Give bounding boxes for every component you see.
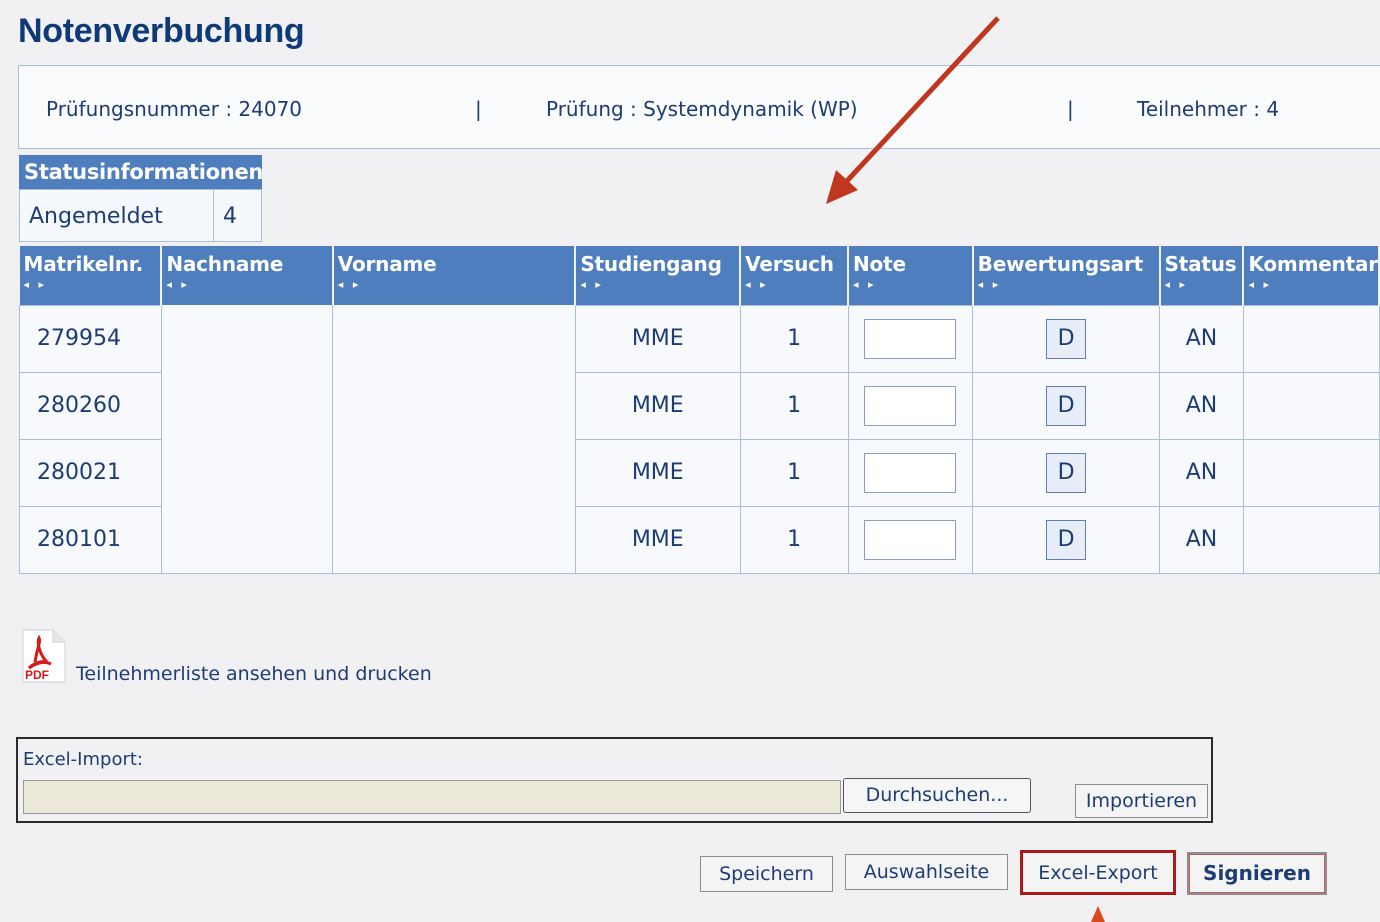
exam-number: Prüfungsnummer : 24070 [46, 97, 303, 121]
vorname-cell [332, 439, 576, 506]
matrikel-cell: 280101 [19, 505, 162, 574]
participant-list-link[interactable]: Teilnehmerliste ansehen und drucken [76, 663, 432, 685]
col-header-matrikel[interactable]: Matrikelnr. ◂ ▸ [19, 246, 163, 305]
note-input[interactable] [864, 318, 957, 359]
sort-arrows-icon[interactable]: ◂ ▸ [1248, 278, 1377, 291]
note-cell [847, 371, 974, 440]
studiengang-cell: MME [574, 371, 741, 440]
table-row: 280021 MME 1 D AN [19, 438, 1380, 507]
col-header-vorname[interactable]: Vorname ◂ ▸ [332, 246, 577, 305]
table-header-row: Matrikelnr. ◂ ▸ Nachname ◂ ▸ Vorname ◂ ▸ St… [19, 246, 1380, 305]
pdf-icon[interactable]: PDF [17, 628, 67, 684]
table-row: 280260 MME 1 D AN [19, 371, 1380, 440]
sign-button[interactable]: Signieren [1187, 852, 1327, 895]
studiengang-cell: MME [574, 505, 741, 574]
table-row: 280101 MME 1 D AN [19, 505, 1380, 574]
bewertungsart-button[interactable]: D [1046, 452, 1087, 493]
note-cell [847, 438, 974, 507]
sort-arrows-icon[interactable]: ◂ ▸ [166, 278, 330, 291]
versuch-cell: 1 [739, 438, 849, 507]
sort-arrows-icon[interactable]: ◂ ▸ [338, 278, 574, 291]
col-header-nachname[interactable]: Nachname ◂ ▸ [161, 246, 334, 305]
import-file-field[interactable] [23, 780, 841, 814]
col-header-note[interactable]: Note ◂ ▸ [848, 246, 974, 305]
bewertungsart-cell: D [972, 304, 1160, 373]
note-input[interactable] [864, 452, 957, 493]
matrikel-cell: 279954 [19, 304, 162, 373]
col-header-bewertungsart[interactable]: Bewertungsart ◂ ▸ [972, 246, 1161, 305]
status-cell: AN [1159, 371, 1244, 440]
bewertungsart-cell: D [972, 371, 1160, 440]
nachname-cell [160, 439, 334, 506]
grades-table: Matrikelnr. ◂ ▸ Nachname ◂ ▸ Vorname ◂ ▸ St… [19, 246, 1380, 574]
status-cell: AN [1159, 505, 1244, 574]
note-cell [847, 304, 974, 373]
versuch-cell: 1 [739, 304, 849, 373]
excel-import-label: Excel-Import: [23, 749, 143, 770]
info-separator: | [1067, 97, 1074, 121]
note-input[interactable] [864, 519, 957, 560]
matrikel-cell: 280021 [19, 438, 162, 507]
browse-button[interactable]: Durchsuchen... [843, 778, 1031, 813]
sort-arrows-icon[interactable]: ◂ ▸ [24, 278, 160, 291]
exam-name: Prüfung : Systemdynamik (WP) [546, 97, 858, 121]
kommentar-cell[interactable] [1242, 304, 1380, 373]
vorname-cell [332, 506, 576, 574]
selection-page-button[interactable]: Auswahlseite [845, 854, 1008, 890]
col-header-status[interactable]: Status ◂ ▸ [1159, 246, 1245, 305]
sort-arrows-icon[interactable]: ◂ ▸ [1165, 278, 1242, 291]
sort-arrows-icon[interactable]: ◂ ▸ [978, 278, 1158, 291]
studiengang-cell: MME [574, 304, 741, 373]
table-row: 279954 MME 1 D AN [19, 304, 1380, 373]
bewertungsart-cell: D [972, 505, 1160, 574]
col-header-versuch[interactable]: Versuch ◂ ▸ [740, 246, 850, 305]
versuch-cell: 1 [739, 371, 849, 440]
bewertungsart-button[interactable]: D [1046, 519, 1087, 560]
status-info-row: Angemeldet 4 [19, 189, 262, 242]
col-header-kommentar[interactable]: Kommentar ◂ ▸ [1243, 246, 1380, 305]
nachname-cell [160, 305, 334, 372]
note-input[interactable] [864, 385, 957, 426]
exam-info-box: Prüfungsnummer : 24070 | Prüfung : Syste… [18, 65, 1380, 149]
kommentar-cell[interactable] [1242, 371, 1380, 440]
vorname-cell [332, 305, 576, 372]
sort-arrows-icon[interactable]: ◂ ▸ [853, 278, 971, 291]
info-separator: | [475, 97, 482, 121]
nachname-cell [160, 372, 334, 439]
kommentar-cell[interactable] [1242, 505, 1380, 574]
note-cell [847, 505, 974, 574]
vorname-cell [332, 372, 576, 439]
sort-arrows-icon[interactable]: ◂ ▸ [580, 278, 738, 291]
pdf-icon-text: PDF [25, 668, 49, 682]
nachname-cell [160, 506, 334, 574]
kommentar-cell[interactable] [1242, 438, 1380, 507]
status-count: 4 [223, 204, 237, 229]
col-header-studiengang[interactable]: Studiengang ◂ ▸ [575, 246, 742, 305]
status-info-heading: Statusinformationen [19, 155, 263, 189]
bewertungsart-button[interactable]: D [1046, 385, 1087, 426]
studiengang-cell: MME [574, 438, 741, 507]
sort-arrows-icon[interactable]: ◂ ▸ [745, 278, 846, 291]
save-button[interactable]: Speichern [700, 856, 833, 892]
excel-import-box: Excel-Import: Durchsuchen... Importieren [16, 737, 1213, 823]
annotation-arrow-up-icon [1091, 906, 1105, 922]
status-cell: AN [1159, 304, 1244, 373]
status-label: Angemeldet [29, 204, 163, 229]
import-button[interactable]: Importieren [1075, 784, 1208, 818]
participant-count: Teilnehmer : 4 [1137, 97, 1280, 121]
status-cell: AN [1159, 438, 1244, 507]
page-title: Notenverbuchung [18, 12, 305, 50]
matrikel-cell: 280260 [19, 371, 162, 440]
excel-export-button[interactable]: Excel-Export [1020, 850, 1176, 895]
versuch-cell: 1 [739, 505, 849, 574]
bewertungsart-cell: D [972, 438, 1160, 507]
status-divider [213, 190, 214, 241]
bewertungsart-button[interactable]: D [1046, 318, 1087, 359]
